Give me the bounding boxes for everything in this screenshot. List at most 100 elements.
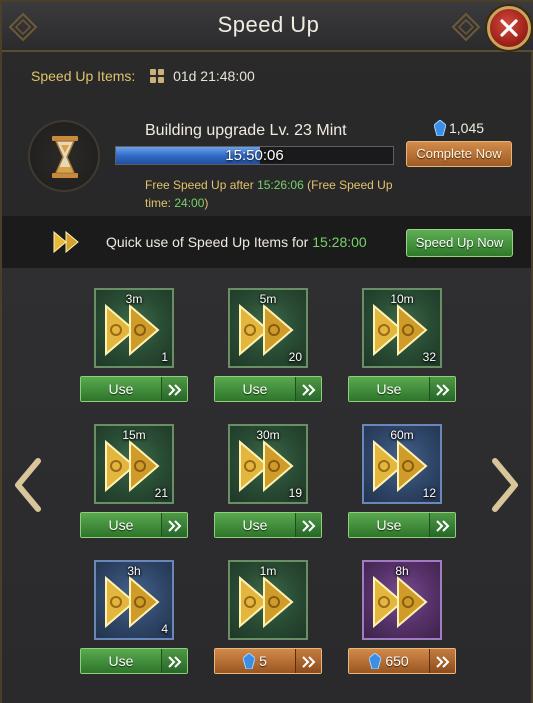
double-arrow-icon — [302, 520, 316, 532]
buy-price-value: 5 — [259, 653, 267, 669]
use-multiple-button[interactable] — [295, 377, 321, 401]
buy-multiple-button[interactable] — [429, 649, 455, 673]
speedup-item-count: 1 — [161, 350, 168, 364]
buy-button-price: 650 — [349, 649, 429, 673]
buy-and-use-button[interactable]: 5 — [214, 648, 322, 674]
speed-up-now-button[interactable]: Speed Up Now — [406, 229, 513, 257]
double-arrow-icon — [168, 656, 182, 668]
use-multiple-button[interactable] — [161, 377, 187, 401]
speedup-item-tile[interactable]: 5m 20 — [228, 288, 308, 368]
speedup-item-duration: 3m — [125, 292, 143, 306]
task-progress-bar: 15:50:06 — [115, 146, 394, 165]
quick-use-label: Quick use of Speed Up Items for — [106, 234, 313, 250]
gem-balance-value: 1,045 — [449, 120, 485, 136]
use-multiple-button[interactable] — [429, 377, 455, 401]
task-panel: Building upgrade Lv. 23 Mint 15:50:06 Fr… — [2, 98, 531, 214]
task-icon-frame — [28, 120, 100, 192]
speedup-item-duration: 8h — [395, 564, 409, 578]
speedup-items-time: 01d 21:48:00 — [173, 68, 255, 84]
use-multiple-button[interactable] — [295, 513, 321, 537]
use-multiple-button[interactable] — [161, 649, 187, 673]
double-arrow-icon — [436, 656, 450, 668]
speedup-item-duration: 15m — [122, 428, 146, 442]
speedup-item-tile[interactable]: 8h — [362, 560, 442, 640]
task-remaining-time: 15:50:06 — [225, 147, 284, 164]
speed-up-dialog: Speed Up Speed Up Items: 01d 21:48:00 Bu… — [0, 0, 533, 703]
speedup-item-tile[interactable]: 1m — [228, 560, 308, 640]
double-arrow-icon — [436, 384, 450, 396]
free-speedup-note: Free Speed Up after 15:26:06 (Free Speed… — [145, 176, 395, 212]
free-speedup-time: 15:26:06 — [257, 178, 304, 192]
gem-icon — [243, 653, 256, 669]
speedup-item-card: 1m 5 — [214, 560, 348, 678]
double-arrow-icon — [302, 384, 316, 396]
speedup-item-tile[interactable]: 30m 19 — [228, 424, 308, 504]
use-button-label: Use — [215, 377, 295, 401]
speedup-item-card: 60m 12 Use — [348, 424, 482, 542]
double-arrow-icon — [302, 656, 316, 668]
use-multiple-button[interactable] — [161, 513, 187, 537]
speedup-item-duration: 30m — [256, 428, 280, 442]
grid-icon — [150, 69, 165, 83]
double-arrow-icon — [168, 384, 182, 396]
speedup-item-count: 4 — [161, 622, 168, 636]
speedup-item-count: 32 — [422, 350, 436, 364]
use-button-label: Use — [215, 513, 295, 537]
speedup-item-card: 3m 1 Use — [80, 288, 214, 406]
double-arrow-icon — [436, 520, 450, 532]
chevron-right-icon[interactable] — [489, 457, 519, 513]
quick-use-time: 15:28:00 — [312, 234, 367, 250]
speedup-item-card: 15m 21 Use — [80, 424, 214, 542]
speedup-item-duration: 60m — [390, 428, 414, 442]
complete-now-button[interactable]: Complete Now — [406, 141, 512, 167]
speedup-item-tile[interactable]: 60m 12 — [362, 424, 442, 504]
speedup-item-tile[interactable]: 3m 1 — [94, 288, 174, 368]
speedup-items-label: Speed Up Items: — [31, 68, 136, 84]
speedup-item-tile[interactable]: 10m 32 — [362, 288, 442, 368]
speedup-item-count: 12 — [422, 486, 436, 500]
close-icon — [500, 19, 518, 37]
speedup-item-duration: 5m — [259, 292, 277, 306]
use-button[interactable]: Use — [214, 512, 322, 538]
gem-icon — [433, 119, 447, 137]
speedup-item-duration: 1m — [259, 564, 277, 578]
speedup-item-count: 20 — [288, 350, 302, 364]
speedup-item-icon — [373, 575, 428, 629]
chevron-left-icon[interactable] — [14, 457, 44, 513]
close-button[interactable] — [487, 6, 531, 50]
speedup-item-card: 10m 32 Use — [348, 288, 482, 406]
use-button[interactable]: Use — [80, 376, 188, 402]
use-button-label: Use — [81, 377, 161, 401]
speedup-item-count: 19 — [288, 486, 302, 500]
buy-and-use-button[interactable]: 650 — [348, 648, 456, 674]
speedup-item-duration: 10m — [390, 292, 414, 306]
use-button-label: Use — [81, 513, 161, 537]
free-speedup-suffix: ) — [204, 196, 209, 210]
speedup-item-tile[interactable]: 3h 4 — [94, 560, 174, 640]
use-button[interactable]: Use — [348, 512, 456, 538]
hourglass-icon — [52, 136, 78, 178]
header-ornament-icon — [451, 12, 481, 42]
speedup-item-card: 8h 650 — [348, 560, 482, 678]
gem-balance: 1,045 — [433, 119, 485, 137]
speedup-item-card: 3h 4 Use — [80, 560, 214, 678]
free-speedup-limit: 24:00 — [174, 196, 205, 210]
speedup-item-card: 30m 19 Use — [214, 424, 348, 542]
dialog-header: Speed Up — [2, 2, 533, 52]
speedup-items-summary: Speed Up Items: 01d 21:48:00 — [31, 68, 255, 84]
use-button[interactable]: Use — [348, 376, 456, 402]
buy-multiple-button[interactable] — [295, 649, 321, 673]
task-name: Building upgrade Lv. 23 Mint — [145, 122, 347, 139]
use-multiple-button[interactable] — [429, 513, 455, 537]
free-speedup-prefix: Free Speed Up after — [145, 178, 258, 192]
buy-button-price: 5 — [215, 649, 295, 673]
quick-use-bar: Quick use of Speed Up Items for 15:28:00… — [2, 216, 531, 268]
use-button[interactable]: Use — [80, 648, 188, 674]
use-button-label: Use — [349, 513, 429, 537]
use-button-label: Use — [81, 649, 161, 673]
use-button[interactable]: Use — [214, 376, 322, 402]
double-arrow-icon — [168, 520, 182, 532]
speedup-item-icon — [239, 575, 294, 629]
use-button[interactable]: Use — [80, 512, 188, 538]
speedup-item-tile[interactable]: 15m 21 — [94, 424, 174, 504]
